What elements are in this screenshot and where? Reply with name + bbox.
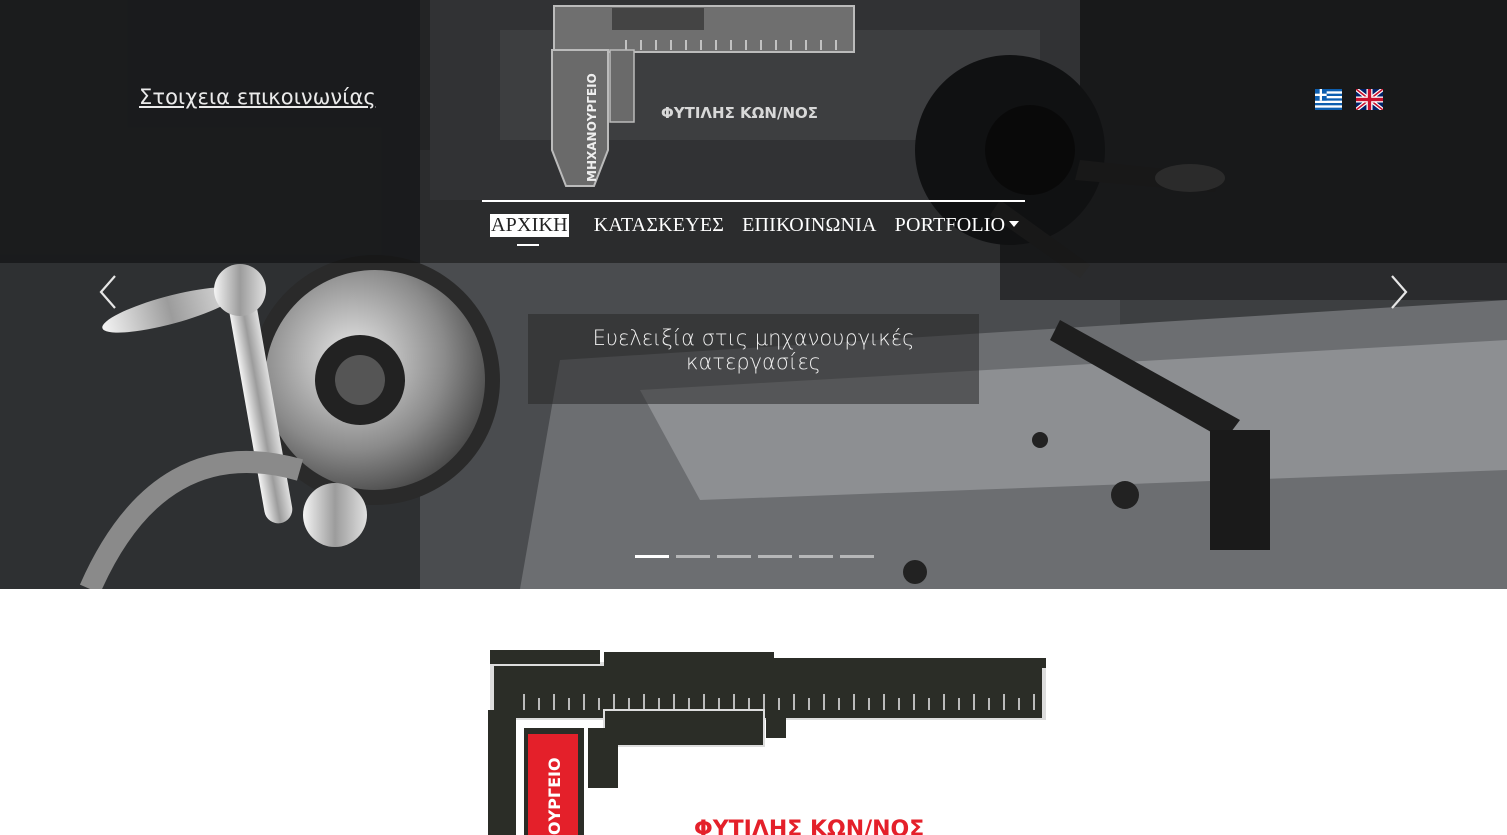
nav-divider (482, 200, 1025, 202)
uk-flag-icon[interactable] (1356, 89, 1383, 110)
carousel-indicators (635, 555, 874, 558)
nav-item-constructions[interactable]: ΚΑΤΑΣΚΕΥΕΣ (585, 214, 733, 237)
nav-item-contact[interactable]: ΕΠΙΚΟΙΝΩΝΙΑ (733, 214, 886, 237)
carousel-indicator[interactable] (799, 555, 833, 558)
nav-item-portfolio-label: PORTFOLIO (894, 214, 1006, 236)
nav-item-home[interactable]: ΑΡΧΙΚΗ (490, 214, 569, 246)
carousel-caption: Ευελειξία στις μηχανουργικές κατεργασίες (592, 326, 915, 374)
contact-info-link[interactable]: Στοιχεια επικοινωνίας (139, 85, 376, 109)
greek-flag-icon[interactable] (1315, 89, 1342, 110)
carousel-next-icon[interactable] (1386, 272, 1410, 312)
carousel-indicator[interactable] (717, 555, 751, 558)
main-nav: ΑΡΧΙΚΗ ΚΑΤΑΣΚΕΥΕΣ ΕΠΙΚΟΙΝΩΝΙΑ PORTFOLIO (490, 214, 1029, 246)
caret-down-icon (1009, 221, 1020, 227)
logo-bottom-name-text: ΦΥΤΙΛΗΣ ΚΩΝ/ΝΟΣ (694, 817, 924, 835)
language-switcher (1315, 89, 1383, 110)
carousel-indicator[interactable] (676, 555, 710, 558)
logo-bottom-side-text: ΟΥΡΓΕΙΟ (545, 757, 564, 835)
hero-carousel: Στοιχεια επικοινωνίας ΜΗΧΑΝΟΥΡΓΕΙΟ ΦΥΤΙΛ… (0, 0, 1507, 589)
carousel-indicator[interactable] (840, 555, 874, 558)
company-logo[interactable]: ΜΗΧΑΝΟΥΡΓΕΙΟ ΦΥΤΙΛΗΣ ΚΩΝ/ΝΟΣ (546, 0, 858, 192)
carousel-indicator[interactable] (758, 555, 792, 558)
carousel-indicator[interactable] (635, 555, 669, 558)
logo-side-text: ΜΗΧΑΝΟΥΡΓΕΙΟ (585, 73, 599, 182)
nav-item-portfolio[interactable]: PORTFOLIO (886, 214, 1029, 237)
logo-name-text: ΦΥΤΙΛΗΣ ΚΩΝ/ΝΟΣ (661, 104, 818, 122)
company-logo-large: ΟΥΡΓΕΙΟ ΦΥΤΙΛΗΣ ΚΩΝ/ΝΟΣ (488, 650, 1046, 835)
carousel-prev-icon[interactable] (97, 272, 121, 312)
carousel-caption-box: Ευελειξία στις μηχανουργικές κατεργασίες (528, 314, 979, 404)
